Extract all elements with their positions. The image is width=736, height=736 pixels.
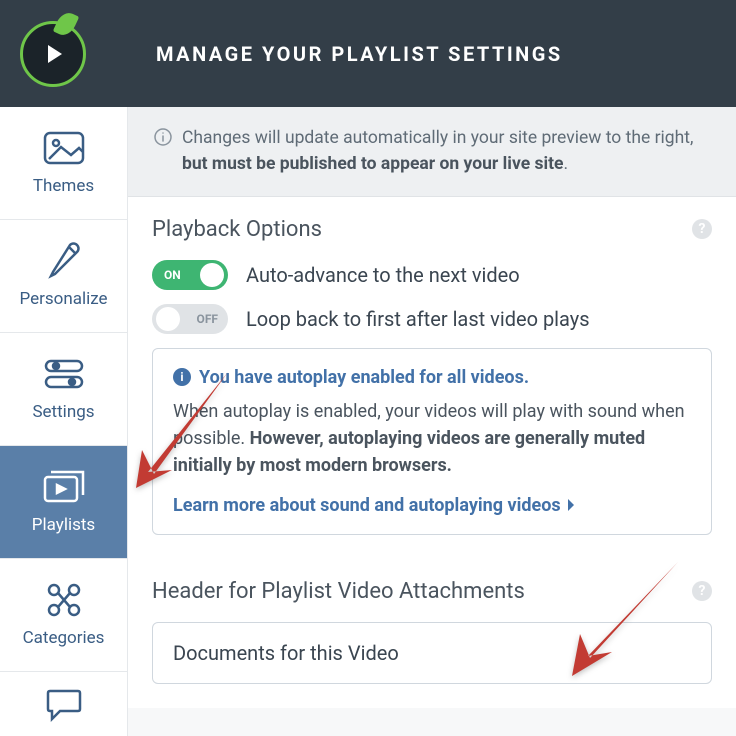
svg-text:i: i [180, 370, 183, 384]
banner-text: Changes will update automatically in you… [182, 125, 710, 178]
section-title: Header for Playlist Video Attachments [152, 579, 525, 604]
sidebar-item-label: Personalize [19, 289, 107, 309]
chevron-right-icon [567, 498, 575, 512]
sidebar-item-label: Categories [23, 628, 105, 648]
attachments-section: Header for Playlist Video Attachments ? [128, 555, 736, 708]
app-logo [20, 21, 86, 87]
sidebar-item-personalize[interactable]: Personalize [0, 220, 127, 333]
alert-learn-more-link[interactable]: Learn more about sound and autoplaying v… [173, 495, 691, 516]
alert-body: When autoplay is enabled, your videos wi… [173, 398, 691, 479]
app-header: MANAGE YOUR PLAYLIST SETTINGS [0, 0, 736, 107]
sidebar-item-playlists[interactable]: Playlists [0, 446, 127, 559]
alert-title: i You have autoplay enabled for all vide… [173, 367, 691, 388]
option-label: Auto-advance to the next video [246, 263, 520, 287]
option-loop: OFF Loop back to first after last video … [152, 304, 712, 334]
sidebar-item-settings[interactable]: Settings [0, 333, 127, 446]
main-container: Themes Personalize Settings Playlists Ca… [0, 107, 736, 736]
option-label: Loop back to first after last video play… [246, 307, 590, 331]
page-title: MANAGE YOUR PLAYLIST SETTINGS [156, 42, 563, 66]
toggle-knob [200, 263, 224, 287]
playback-section: Playback Options ? ON Auto-advance to th… [128, 197, 736, 555]
sidebar-item-label: Settings [32, 402, 94, 422]
info-circle-icon: i [173, 368, 191, 386]
sidebar-item-label: Playlists [32, 515, 95, 535]
sidebar-item-comments[interactable] [0, 672, 127, 732]
image-icon [42, 130, 86, 166]
info-banner: Changes will update automatically in you… [128, 107, 736, 197]
sliders-icon [42, 356, 86, 392]
speech-bubble-icon [42, 688, 86, 724]
section-title: Playback Options [152, 217, 322, 242]
sitemap-icon [42, 582, 86, 618]
help-icon[interactable]: ? [692, 219, 712, 239]
option-auto-advance: ON Auto-advance to the next video [152, 260, 712, 290]
toggle-loop[interactable]: OFF [152, 304, 228, 334]
playlist-icon [42, 469, 86, 505]
sidebar-item-themes[interactable]: Themes [0, 107, 127, 220]
help-icon[interactable]: ? [692, 581, 712, 601]
pencil-icon [42, 243, 86, 279]
sidebar: Themes Personalize Settings Playlists Ca… [0, 107, 128, 736]
autoplay-alert: i You have autoplay enabled for all vide… [152, 348, 712, 535]
main-panel: Changes will update automatically in you… [128, 107, 736, 736]
attachments-header-input[interactable] [152, 622, 712, 684]
toggle-auto-advance[interactable]: ON [152, 260, 228, 290]
sidebar-item-categories[interactable]: Categories [0, 559, 127, 672]
info-icon [154, 128, 172, 146]
toggle-knob [156, 307, 180, 331]
sidebar-item-label: Themes [33, 176, 94, 196]
